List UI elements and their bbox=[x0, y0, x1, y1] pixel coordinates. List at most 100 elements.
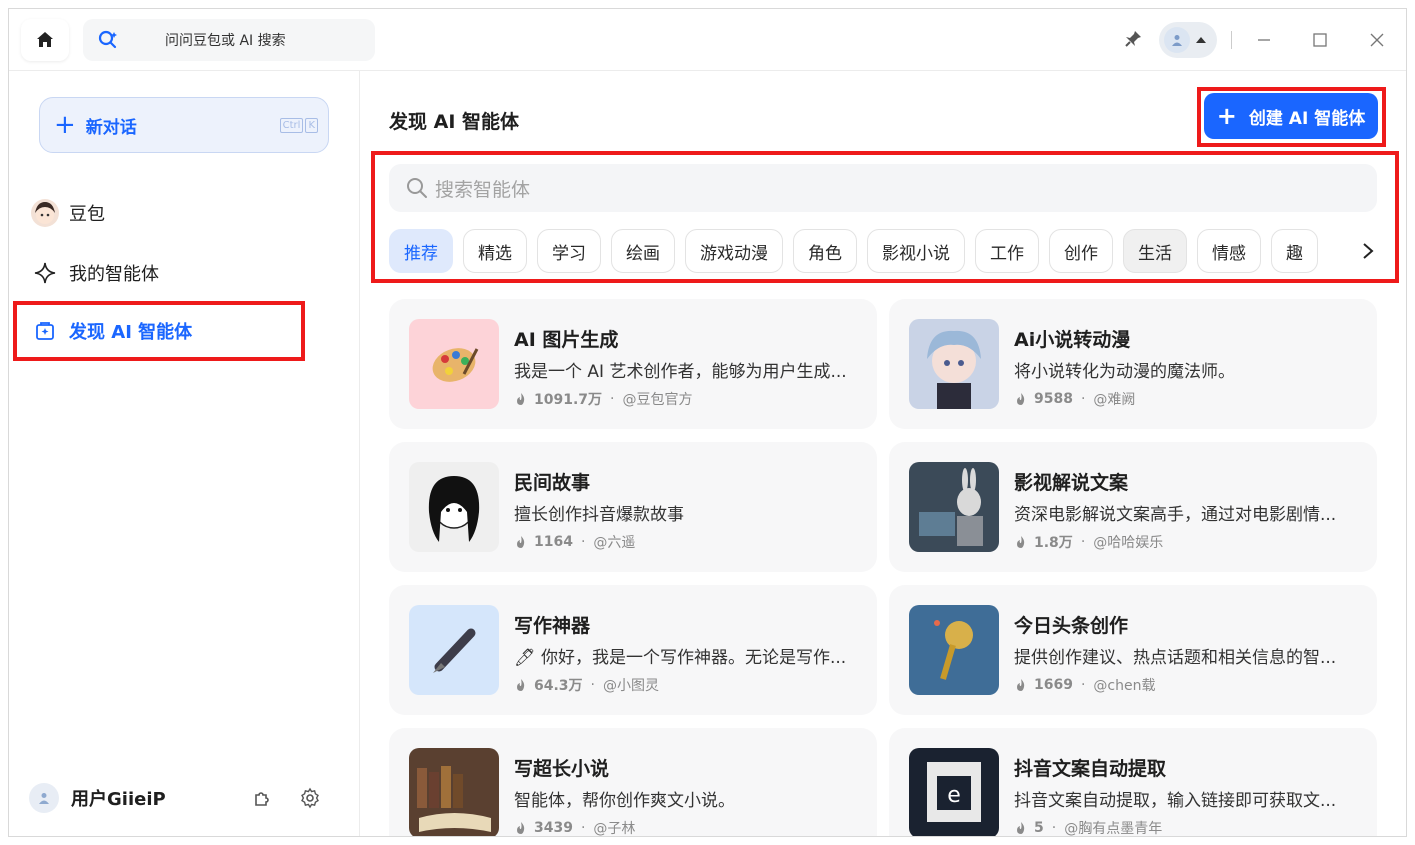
agent-author[interactable]: @胸有点墨青年 bbox=[1064, 818, 1162, 836]
anime-girl-image bbox=[909, 319, 999, 409]
fire-icon bbox=[1017, 679, 1025, 691]
usage-count: 5 bbox=[1034, 820, 1044, 836]
plugin-icon[interactable] bbox=[251, 787, 273, 809]
shortcut-ctrl: Ctrl bbox=[279, 118, 304, 133]
sidebar-item-doubao[interactable]: 豆包 bbox=[29, 193, 105, 233]
account-menu-button[interactable] bbox=[1159, 22, 1217, 58]
fire-icon bbox=[517, 679, 525, 691]
global-search-input[interactable]: 问问豆包或 AI 搜索 bbox=[83, 19, 375, 61]
agent-title: 写作神器 bbox=[514, 615, 591, 637]
home-icon bbox=[37, 32, 53, 47]
usage-count: 9588 bbox=[1034, 391, 1073, 407]
annotation-box bbox=[1197, 87, 1386, 147]
books-image bbox=[409, 748, 499, 836]
screen-logo-image: e bbox=[909, 748, 999, 836]
minimize-icon bbox=[1258, 39, 1270, 41]
fire-icon bbox=[517, 822, 525, 834]
settings-gear-icon[interactable] bbox=[299, 787, 321, 809]
caret-up-icon bbox=[1196, 37, 1206, 43]
agent-card[interactable]: 民间故事 擅长创作抖音爆款故事 1164 · @六遥 bbox=[389, 442, 877, 572]
sidebar-item-label: 豆包 bbox=[69, 204, 105, 225]
home-button[interactable] bbox=[21, 19, 69, 61]
user-profile[interactable]: 用户GiieiP bbox=[29, 780, 339, 816]
agent-description: 资深电影解说文案高手，通过对电影剧情... bbox=[1014, 505, 1337, 525]
separator-dot: · bbox=[1080, 391, 1086, 407]
agent-title: 民间故事 bbox=[514, 472, 591, 494]
sidebar: + 新对话 Ctrl K 豆包 我的智能体 发现 AI 智能体 用户GiieiP bbox=[9, 71, 360, 836]
agent-card[interactable]: e 抖音文案自动提取 抖音文案自动提取，输入链接即可获取文... 5 · @胸有… bbox=[889, 728, 1377, 836]
palette-icon bbox=[409, 319, 499, 409]
agent-card[interactable]: 影视解说文案 资深电影解说文案高手，通过对电影剧情... 1.8万 · @哈哈娱… bbox=[889, 442, 1377, 572]
agent-title: 今日头条创作 bbox=[1014, 615, 1129, 637]
agent-card[interactable]: Ai小说转动漫 将小说转化为动漫的魔法师。 9588 · @难阙 bbox=[889, 299, 1377, 429]
separator-dot: · bbox=[1080, 677, 1086, 693]
microphone-image bbox=[909, 605, 999, 695]
agent-author[interactable]: @哈哈娱乐 bbox=[1093, 532, 1163, 552]
sketch-girl-image bbox=[409, 462, 499, 552]
agent-author[interactable]: @chen载 bbox=[1093, 675, 1155, 695]
agent-card[interactable]: 今日头条创作 提供创作建议、热点话题和相关信息的智... 1669 · @che… bbox=[889, 585, 1377, 715]
svg-text:e: e bbox=[947, 783, 961, 808]
fire-icon bbox=[1017, 822, 1025, 834]
agent-meta: 5 · @胸有点墨青年 bbox=[1014, 818, 1162, 836]
title-bar: 问问豆包或 AI 搜索 bbox=[9, 9, 1406, 71]
agent-title: 抖音文案自动提取 bbox=[1014, 758, 1167, 780]
agent-meta: 9588 · @难阙 bbox=[1014, 389, 1135, 409]
separator-dot: · bbox=[590, 677, 595, 693]
agent-description: 将小说转化为动漫的魔法师。 bbox=[1014, 362, 1235, 382]
separator-dot: · bbox=[1051, 820, 1057, 836]
usage-count: 1091.7万 bbox=[534, 392, 603, 408]
shortcut-key: K bbox=[305, 118, 318, 133]
agent-card[interactable]: 写超长小说 智能体，帮你创作爽文小说。 3439 · @子林 bbox=[389, 728, 877, 836]
usage-count: 1.8万 bbox=[1034, 535, 1073, 551]
agent-description: 抖音文案自动提取，输入链接即可获取文... bbox=[1014, 791, 1337, 811]
agent-description: 擅长创作抖音爆款故事 bbox=[514, 505, 684, 525]
rabbit-editor-image bbox=[909, 462, 999, 552]
plus-icon: + bbox=[54, 110, 76, 140]
sparkle-icon bbox=[29, 257, 61, 289]
ai-search-icon bbox=[97, 29, 119, 51]
sidebar-item-my-agents[interactable]: 我的智能体 bbox=[29, 253, 159, 293]
agent-author[interactable]: @小图灵 bbox=[603, 675, 659, 695]
divider bbox=[1231, 31, 1232, 49]
agent-meta: 3439 · @子林 bbox=[514, 818, 635, 836]
user-name: 用户GiieiP bbox=[71, 789, 166, 810]
pin-icon[interactable] bbox=[1123, 29, 1143, 49]
agent-author[interactable]: @六遥 bbox=[593, 532, 635, 552]
global-search-placeholder: 问问豆包或 AI 搜索 bbox=[165, 33, 286, 49]
agent-meta: 1669 · @chen载 bbox=[1014, 675, 1155, 695]
agent-author[interactable]: @豆包官方 bbox=[622, 389, 692, 409]
new-chat-button[interactable]: + 新对话 Ctrl K bbox=[39, 97, 329, 153]
user-avatar-icon bbox=[1164, 27, 1190, 53]
annotation-box bbox=[13, 301, 305, 361]
separator-dot: · bbox=[580, 820, 586, 836]
agent-meta: 1.8万 · @哈哈娱乐 bbox=[1014, 532, 1163, 552]
annotation-box bbox=[371, 151, 1399, 283]
agent-title: Ai小说转动漫 bbox=[1014, 329, 1131, 351]
fountain-pen-icon bbox=[409, 605, 499, 695]
usage-count: 3439 bbox=[534, 820, 573, 836]
sidebar-item-label: 我的智能体 bbox=[69, 264, 159, 285]
agent-card[interactable]: AI 图片生成 我是一个 AI 艺术创作者，能够为用户生成... 1091.7万… bbox=[389, 299, 877, 429]
fire-icon bbox=[517, 536, 525, 548]
agent-title: 写超长小说 bbox=[514, 758, 610, 780]
app-window: 问问豆包或 AI 搜索 + 新对话 Ctrl K 豆包 我的智能体 发现 AI … bbox=[8, 8, 1407, 837]
minimize-button[interactable] bbox=[1251, 27, 1277, 53]
agent-description: 智能体，帮你创作爽文小说。 bbox=[514, 791, 735, 811]
agent-author[interactable]: @难阙 bbox=[1093, 389, 1135, 409]
agent-card[interactable]: 写作神器 🖊 你好，我是一个写作神器。无论是写作... 64.3万 · @小图灵 bbox=[389, 585, 877, 715]
usage-count: 1669 bbox=[1034, 677, 1073, 693]
separator-dot: · bbox=[610, 391, 615, 407]
agent-meta: 1091.7万 · @豆包官方 bbox=[514, 389, 692, 409]
close-button[interactable] bbox=[1364, 27, 1390, 53]
agent-meta: 1164 · @六遥 bbox=[514, 532, 635, 552]
user-avatar-icon bbox=[29, 783, 59, 813]
agent-description: 我是一个 AI 艺术创作者，能够为用户生成... bbox=[514, 362, 847, 382]
agent-author[interactable]: @子林 bbox=[593, 818, 635, 836]
new-chat-label: 新对话 bbox=[85, 117, 137, 138]
maximize-button[interactable] bbox=[1307, 27, 1333, 53]
separator-dot: · bbox=[580, 534, 586, 550]
agent-description: 提供创作建议、热点话题和相关信息的智... bbox=[1014, 648, 1337, 668]
agent-meta: 64.3万 · @小图灵 bbox=[514, 675, 659, 695]
fire-icon bbox=[517, 393, 525, 405]
